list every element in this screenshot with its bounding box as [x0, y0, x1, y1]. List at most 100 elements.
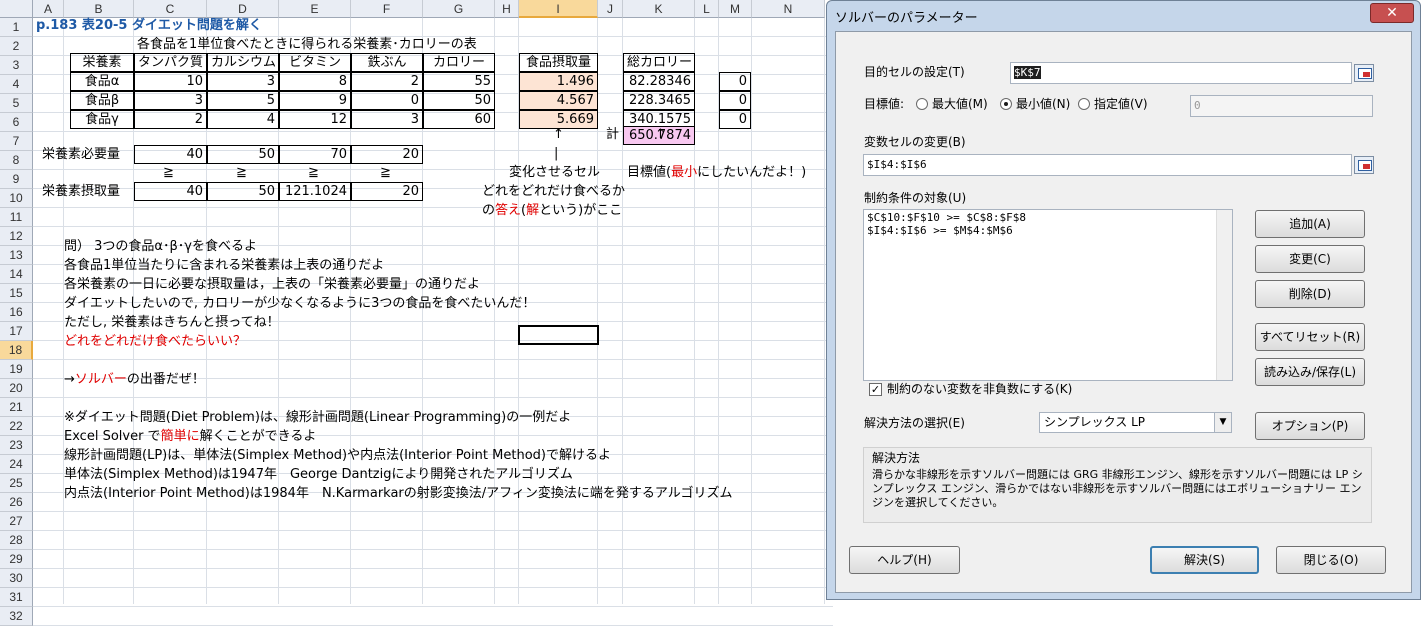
- row-header[interactable]: 21: [0, 398, 33, 417]
- reset-all-button[interactable]: すべてリセット(R): [1255, 323, 1365, 351]
- column-header[interactable]: L: [695, 0, 719, 18]
- food-name[interactable]: 食品β: [70, 91, 134, 110]
- column-header[interactable]: E: [279, 0, 351, 18]
- row-header[interactable]: 11: [0, 208, 33, 227]
- food-value[interactable]: 3: [207, 72, 279, 91]
- row-header[interactable]: 16: [0, 303, 33, 322]
- load-save-button[interactable]: 読み込み/保存(L): [1255, 358, 1365, 386]
- method-select[interactable]: シンプレックス LP ▼: [1039, 412, 1232, 433]
- taken-value[interactable]: 50: [207, 182, 279, 201]
- row-header[interactable]: 27: [0, 512, 33, 531]
- column-header[interactable]: H: [495, 0, 519, 18]
- objective-input[interactable]: $K$7: [1010, 62, 1352, 84]
- dialog-close-button[interactable]: ✕: [1370, 3, 1414, 23]
- constraints-list[interactable]: $C$10:$F$10 >= $C$8:$F$8 $I$4:$I$6 >= $M…: [863, 209, 1233, 381]
- food-value[interactable]: 3: [134, 91, 207, 110]
- lower-bound[interactable]: 0: [719, 91, 751, 110]
- column-header[interactable]: K: [623, 0, 695, 18]
- food-value[interactable]: 10: [134, 72, 207, 91]
- nonnegative-checkbox[interactable]: ✓: [869, 383, 882, 396]
- required-value[interactable]: 70: [279, 145, 351, 164]
- active-cell-cursor[interactable]: [518, 325, 599, 345]
- food-name[interactable]: 食品γ: [70, 110, 134, 129]
- row-header[interactable]: 8: [0, 151, 33, 170]
- required-value[interactable]: 20: [351, 145, 423, 164]
- row-header[interactable]: 19: [0, 360, 33, 379]
- row-header[interactable]: 6: [0, 113, 33, 132]
- row-header[interactable]: 20: [0, 379, 33, 398]
- row-header[interactable]: 12: [0, 227, 33, 246]
- intake-value[interactable]: 1.496: [519, 72, 598, 91]
- intake-value[interactable]: 4.567: [519, 91, 598, 110]
- header-total-calorie[interactable]: 総カロリー: [623, 53, 695, 72]
- required-value[interactable]: 50: [207, 145, 279, 164]
- row-header[interactable]: 32: [0, 607, 33, 626]
- row-header[interactable]: 9: [0, 170, 33, 189]
- row-header[interactable]: 29: [0, 550, 33, 569]
- row-header[interactable]: 1: [0, 18, 33, 37]
- header-calorie[interactable]: カロリー: [423, 53, 495, 72]
- column-header[interactable]: J: [598, 0, 623, 18]
- row-header[interactable]: 22: [0, 417, 33, 436]
- food-value[interactable]: 4: [207, 110, 279, 129]
- food-value[interactable]: 55: [423, 72, 495, 91]
- vars-input[interactable]: $I$4:$I$6: [863, 154, 1352, 176]
- header-protein[interactable]: タンパク質: [134, 53, 207, 72]
- add-button[interactable]: 追加(A): [1255, 210, 1365, 238]
- vars-ref-button[interactable]: [1354, 156, 1374, 174]
- solve-button[interactable]: 解決(S): [1150, 546, 1259, 574]
- lower-bound[interactable]: 0: [719, 72, 751, 91]
- food-value[interactable]: 8: [279, 72, 351, 91]
- header-intake[interactable]: 食品摂取量: [519, 53, 598, 72]
- column-header[interactable]: F: [351, 0, 423, 18]
- food-value[interactable]: 2: [351, 72, 423, 91]
- food-value[interactable]: 2: [134, 110, 207, 129]
- help-button[interactable]: ヘルプ(H): [849, 546, 960, 574]
- food-value[interactable]: 5: [207, 91, 279, 110]
- constraint-item[interactable]: $C$10:$F$10 >= $C$8:$F$8: [867, 211, 1229, 224]
- food-name[interactable]: 食品α: [70, 72, 134, 91]
- row-header[interactable]: 31: [0, 588, 33, 607]
- column-header[interactable]: N: [752, 0, 825, 18]
- food-value[interactable]: 3: [351, 110, 423, 129]
- column-header[interactable]: I: [519, 0, 598, 18]
- calorie-value[interactable]: 228.3465: [623, 91, 695, 110]
- change-button[interactable]: 変更(C): [1255, 245, 1365, 273]
- nonnegative-label[interactable]: 制約のない変数を非負数にする(K): [887, 381, 1072, 397]
- close-button[interactable]: 閉じる(O): [1276, 546, 1386, 574]
- row-header[interactable]: 13: [0, 246, 33, 265]
- header-calcium[interactable]: カルシウム: [207, 53, 279, 72]
- options-button[interactable]: オプション(P): [1255, 412, 1365, 440]
- target-value-input[interactable]: 0: [1190, 95, 1373, 117]
- solver-dialog[interactable]: ソルバーのパラメーター ✕ 目的セルの設定(T) $K$7 目標値: 最大値(M…: [826, 0, 1421, 600]
- row-header[interactable]: 18: [0, 341, 33, 360]
- row-header[interactable]: 25: [0, 474, 33, 493]
- food-value[interactable]: 12: [279, 110, 351, 129]
- max-label[interactable]: 最大値(M): [932, 96, 988, 112]
- value-radio[interactable]: [1078, 98, 1090, 110]
- select-all-corner[interactable]: [0, 0, 33, 18]
- row-header[interactable]: 2: [0, 37, 33, 56]
- max-radio[interactable]: [916, 98, 928, 110]
- row-header[interactable]: 15: [0, 284, 33, 303]
- objective-ref-button[interactable]: [1354, 64, 1374, 82]
- lower-bound[interactable]: 0: [719, 110, 751, 129]
- constraint-item[interactable]: $I$4:$I$6 >= $M$4:$M$6: [867, 224, 1229, 237]
- taken-value[interactable]: 40: [134, 182, 207, 201]
- food-value[interactable]: 9: [279, 91, 351, 110]
- required-value[interactable]: 40: [134, 145, 207, 164]
- row-header[interactable]: 3: [0, 56, 33, 75]
- delete-button[interactable]: 削除(D): [1255, 280, 1365, 308]
- header-vitamin[interactable]: ビタミン: [279, 53, 351, 72]
- row-header[interactable]: 5: [0, 94, 33, 113]
- taken-value[interactable]: 121.1024: [279, 182, 351, 201]
- row-header[interactable]: 10: [0, 189, 33, 208]
- row-header[interactable]: 26: [0, 493, 33, 512]
- min-label[interactable]: 最小値(N): [1016, 96, 1070, 112]
- row-header[interactable]: 14: [0, 265, 33, 284]
- row-header[interactable]: 30: [0, 569, 33, 588]
- row-header[interactable]: 24: [0, 455, 33, 474]
- column-header[interactable]: G: [423, 0, 495, 18]
- column-header[interactable]: M: [719, 0, 752, 18]
- value-label[interactable]: 指定値(V): [1094, 96, 1148, 112]
